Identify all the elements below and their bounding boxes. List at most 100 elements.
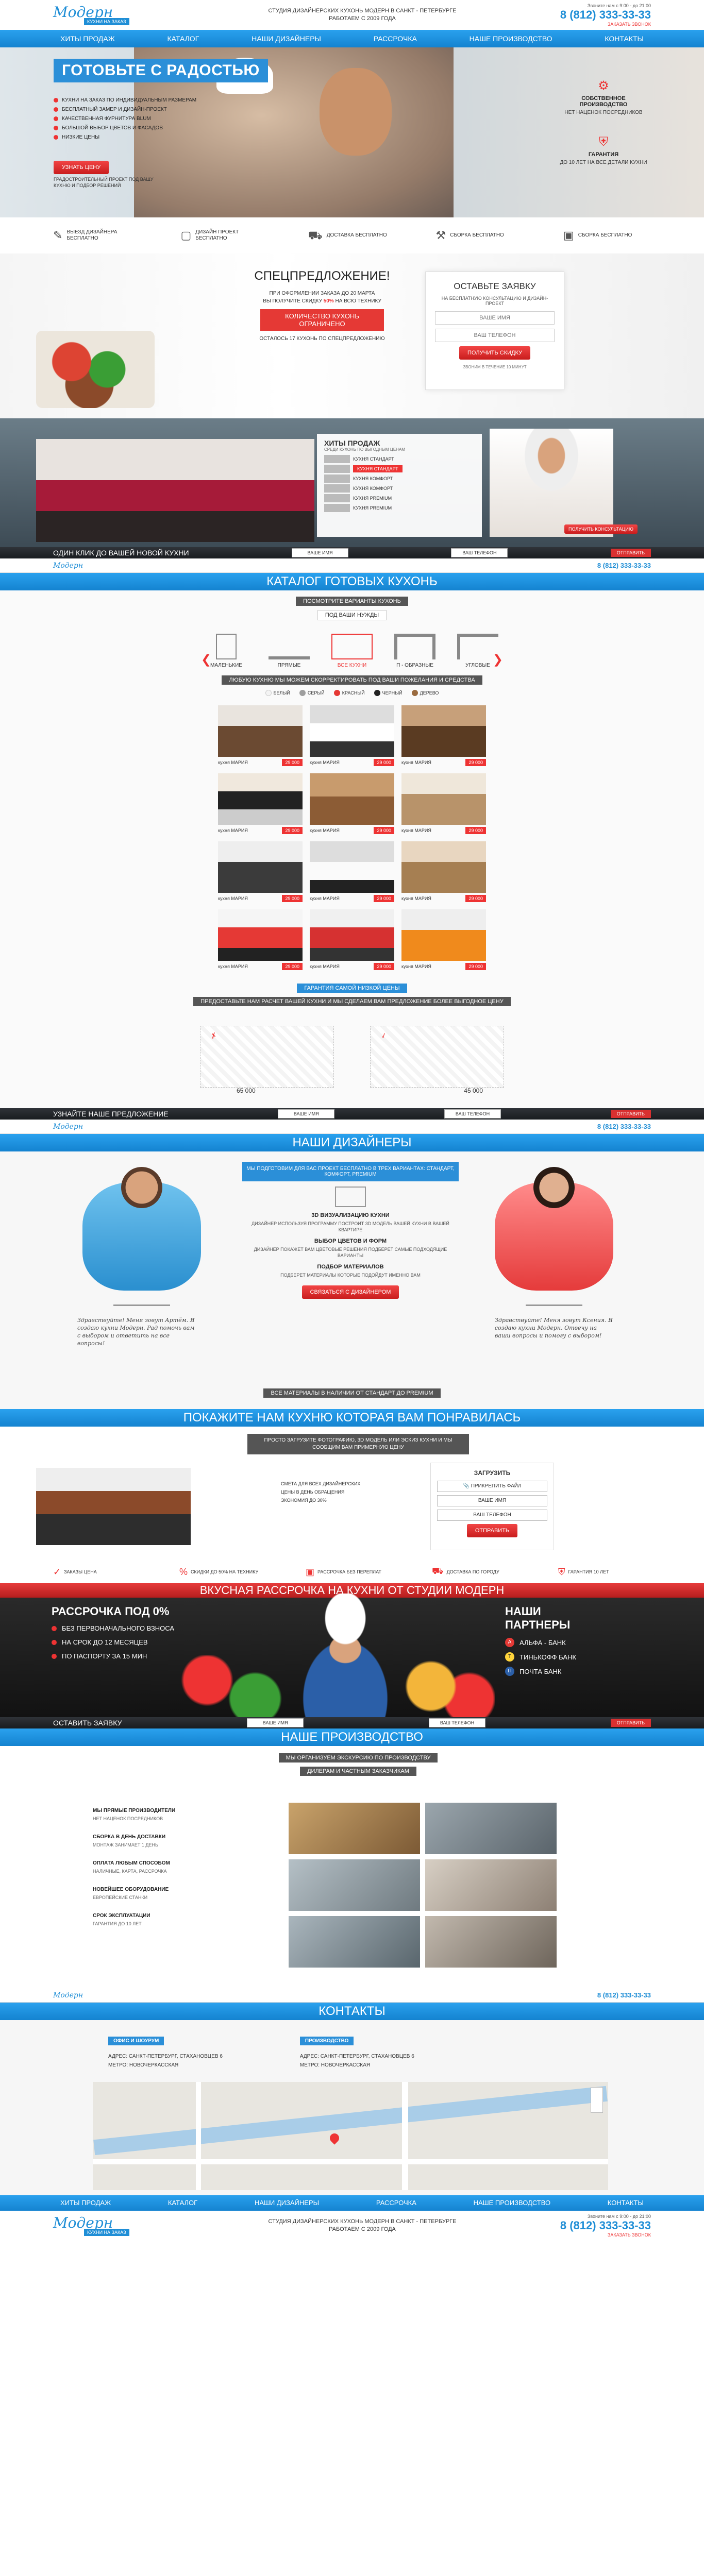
kitchen-card[interactable]: кухня МАРИЯ 29 000 (218, 909, 303, 970)
hero-cta-button[interactable]: УЗНАТЬ ЦЕНУ (54, 161, 109, 174)
nav-hits[interactable]: ХИТЫ ПРОДАЖ (53, 30, 122, 47)
callback-link[interactable]: ЗАКАЗАТЬ ЗВОНОК (560, 2232, 651, 2238)
prod-item-sub: ЕВРОПЕЙСКИЕ СТАНКИ (93, 1895, 148, 1900)
shape-label: ПРЯМЫЕ (277, 663, 301, 668)
attach-file-button[interactable]: 📎 ПРИКРЕПИТЬ ФАЙЛ (437, 1481, 547, 1492)
shape-u[interactable]: П - ОБРАЗНЫЕ (394, 634, 435, 668)
callback-link[interactable]: ЗАКАЗАТЬ ЗВОНОК (560, 22, 651, 27)
upload-phone-field[interactable]: ВАШ ТЕЛЕФОН (437, 1510, 547, 1521)
hit-item[interactable]: КУХНЯ СТАНДАРТ (324, 465, 475, 473)
bar-name-field[interactable]: ВАШЕ ИМЯ (247, 1718, 304, 1727)
shape-straight[interactable]: ПРЯМЫЕ (269, 634, 310, 668)
consult-button[interactable]: ПОЛУЧИТЬ КОНСУЛЬТАЦИЮ (564, 524, 638, 534)
order-form: ОСТАВЬТЕ ЗАЯВКУ НА БЕСПЛАТНУЮ КОНСУЛЬТАЦ… (425, 272, 564, 390)
kitchen-card[interactable]: кухня МАРИЯ 29 000 (218, 841, 303, 902)
footer-nav-contacts[interactable]: КОНТАКТЫ (600, 2195, 651, 2211)
bar-name-field[interactable]: ВАШЕ ИМЯ (291, 548, 348, 557)
office-metro: МЕТРО: НОВОЧЕРКАССКАЯ (108, 2062, 179, 2068)
nav-credit[interactable]: РАССРОЧКА (366, 30, 424, 47)
mini-logo[interactable]: Модерн (53, 562, 83, 570)
hit-item[interactable]: КУХНЯ PREMIUM (324, 494, 475, 502)
upload-send-button[interactable]: ОТПРАВИТЬ (466, 1524, 518, 1537)
kitchen-card[interactable]: кухня МАРИЯ 29 000 (218, 773, 303, 834)
factory-photo (289, 1803, 420, 1854)
mini-phone[interactable]: 8 (812) 333-33-33 (597, 1123, 651, 1130)
kitchen-name: кухня МАРИЯ (218, 760, 248, 765)
shape-label: ВСЕ КУХНИ (337, 663, 367, 668)
hits-sub: СРЕДИ КУХОНЬ ПО ВЫГОДНЫМ ЦЕНАМ (324, 447, 405, 452)
kitchen-card[interactable]: кухня МАРИЯ 29 000 (310, 841, 394, 902)
zoom-control[interactable] (591, 2087, 603, 2113)
designer-services: МЫ ПОДГОТОВИМ ДЛЯ ВАС ПРОЕКТ БЕСПЛАТНО В… (242, 1162, 459, 1299)
nav-contacts[interactable]: КОНТАКТЫ (597, 30, 651, 47)
color-option[interactable]: КРАСНЫЙ (333, 690, 365, 696)
monitor-icon (335, 1187, 366, 1207)
production-item: НОВЕЙШЕЕ ОБОРУДОВАНИЕ ЕВРОПЕЙСКИЕ СТАНКИ (93, 1887, 222, 1902)
bar-send-button[interactable]: ОТПРАВИТЬ (610, 1110, 651, 1118)
kitchen-card[interactable]: кухня МАРИЯ 29 000 (310, 773, 394, 834)
footer-phone[interactable]: 8 (812) 333-33-33 (560, 2219, 651, 2232)
shape-all[interactable]: ВСЕ КУХНИ (331, 634, 373, 668)
color-option[interactable]: СЕРЫЙ (299, 690, 325, 696)
office-contacts: ОФИС И ШОУРУМ АДРЕС: САНКТ-ПЕТЕРБУРГ, СТ… (108, 2036, 223, 2071)
footer-nav-production[interactable]: НАШЕ ПРОИЗВОДСТВО (466, 2195, 558, 2211)
bar-phone-field[interactable]: ВАШ ТЕЛЕФОН (428, 1718, 485, 1727)
hit-label: КУХНЯ КОМФОРТ (353, 486, 393, 491)
mini-phone[interactable]: 8 (812) 333-33-33 (597, 1991, 651, 1999)
location-map[interactable] (93, 2082, 608, 2190)
hit-thumb (324, 474, 350, 483)
color-option[interactable]: ЧЕРНЫЙ (374, 690, 403, 696)
footer-nav-catalog[interactable]: КАТАЛОГ (161, 2195, 205, 2211)
map-pin-icon[interactable] (328, 2131, 341, 2145)
kitchen-card[interactable]: кухня МАРИЯ 29 000 (310, 705, 394, 766)
guarantee-sub: ПРЕДОСТАВЬТЕ НАМ РАСЧЕТ ВАШЕЙ КУХНИ И МЫ… (193, 997, 511, 1006)
kitchen-name: кухня МАРИЯ (218, 828, 248, 833)
phone-field[interactable] (435, 329, 555, 342)
kitchen-card[interactable]: кухня МАРИЯ 29 000 (401, 841, 486, 902)
nav-catalog[interactable]: КАТАЛОГ (160, 30, 206, 47)
mini-logo[interactable]: Модерн (53, 1123, 83, 1131)
name-field[interactable] (435, 311, 555, 325)
color-option[interactable]: ДЕРЕВО (411, 690, 439, 696)
footer-nav-credit[interactable]: РАССРОЧКА (369, 2195, 424, 2211)
footer-nav-designers[interactable]: НАШИ ДИЗАЙНЕРЫ (247, 2195, 326, 2211)
special-offer: СПЕЦПРЕДЛОЖЕНИЕ! ПРИ ОФОРМЛЕНИИ ЗАКАЗА Д… (0, 253, 704, 418)
kitchen-card[interactable]: кухня МАРИЯ 29 000 (310, 909, 394, 970)
factory-photo (289, 1859, 420, 1911)
header-phone[interactable]: 8 (812) 333-33-33 (560, 8, 651, 22)
hit-item[interactable]: КУХНЯ КОМФОРТ (324, 474, 475, 483)
mini-logo[interactable]: Модерн (53, 1991, 83, 1999)
bar-phone-field[interactable]: ВАШ ТЕЛЕФОН (451, 548, 508, 557)
bar-send-button[interactable]: ОТПРАВИТЬ (610, 1719, 651, 1727)
color-filter: БЕЛЫЙ СЕРЫЙ КРАСНЫЙ ЧЕРНЫЙ ДЕРЕВО (0, 690, 704, 696)
nav-production[interactable]: НАШЕ ПРОИЗВОДСТВО (462, 30, 560, 47)
mini-phone[interactable]: 8 (812) 333-33-33 (597, 562, 651, 569)
bar-phone-field[interactable]: ВАШ ТЕЛЕФОН (444, 1109, 501, 1118)
color-option[interactable]: БЕЛЫЙ (265, 690, 290, 696)
kitchen-caption: кухня МАРИЯ 29 000 (218, 895, 303, 902)
site-header: Модерн КУХНИ НА ЗАКАЗ СТУДИЯ ДИЗАЙНЕРСКИ… (0, 0, 704, 30)
prev-arrow-icon[interactable]: ❮ (201, 652, 211, 667)
credit-bar: ОСТАВИТЬ ЗАЯВКУ ВАШЕ ИМЯ ВАШ ТЕЛЕФОН ОТП… (0, 1717, 704, 1728)
bar-name-field[interactable]: ВАШЕ ИМЯ (278, 1109, 335, 1118)
upload-title: ПОКАЖИТЕ НАМ КУХНЮ КОТОРАЯ ВАМ ПОНРАВИЛА… (0, 1409, 704, 1427)
hero-bullet: БЕСПЛАТНЫЙ ЗАМЕР И ДИЗАЙН-ПРОЕКТ (54, 107, 196, 112)
footer-nav-hits[interactable]: ХИТЫ ПРОДАЖ (53, 2195, 118, 2211)
upload-name-field[interactable]: ВАШЕ ИМЯ (437, 1495, 547, 1506)
next-arrow-icon[interactable]: ❯ (493, 652, 503, 667)
kitchen-card[interactable]: кухня МАРИЯ 29 000 (401, 773, 486, 834)
kitchen-card[interactable]: кухня МАРИЯ 29 000 (401, 909, 486, 970)
hit-item[interactable]: КУХНЯ КОМФОРТ (324, 484, 475, 493)
kitchen-name: кухня МАРИЯ (401, 896, 431, 901)
get-discount-button[interactable]: ПОЛУЧИТЬ СКИДКУ (459, 346, 530, 360)
logo[interactable]: Модерн КУХНИ НА ЗАКАЗ (53, 3, 143, 27)
kitchen-card[interactable]: кухня МАРИЯ 29 000 (401, 705, 486, 766)
kitchen-card[interactable]: кухня МАРИЯ 29 000 (218, 705, 303, 766)
hit-item[interactable]: КУХНЯ СТАНДАРТ (324, 455, 475, 463)
footer-logo[interactable]: Модерн КУХНИ НА ЗАКАЗ (53, 2213, 143, 2238)
contact-designer-button[interactable]: СВЯЗАТЬСЯ С ДИЗАЙНЕРОМ (301, 1285, 399, 1299)
hit-item[interactable]: КУХНЯ PREMIUM (324, 504, 475, 512)
shape-small[interactable]: МАЛЕНЬКИЕ (206, 634, 247, 668)
bar-send-button[interactable]: ОТПРАВИТЬ (610, 549, 651, 557)
nav-designers[interactable]: НАШИ ДИЗАЙНЕРЫ (244, 30, 328, 47)
